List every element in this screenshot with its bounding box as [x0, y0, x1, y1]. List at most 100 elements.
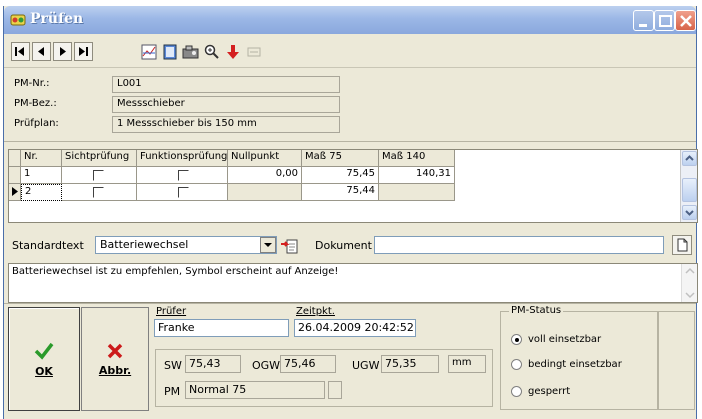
- funktionspruefung-checkbox[interactable]: [178, 170, 189, 181]
- col-header-funktionspruefung[interactable]: Funktionsprüfung: [137, 150, 228, 167]
- minimize-button[interactable]: [633, 10, 654, 31]
- form-button[interactable]: [160, 42, 179, 61]
- pm-nr-label: PM-Nr.:: [14, 78, 50, 89]
- col-header-nr[interactable]: Nr.: [21, 150, 62, 167]
- disabled-icon: [247, 47, 260, 56]
- col-header-sichtpruefung[interactable]: Sichtprüfung: [62, 150, 137, 167]
- standardtext-value: Batteriewechsel: [100, 238, 189, 251]
- chart-button[interactable]: [139, 42, 158, 61]
- cell-mass75[interactable]: 75,44: [302, 184, 379, 201]
- pm-label: PM: [164, 385, 181, 398]
- standardtext-dropdown-button[interactable]: [260, 237, 276, 253]
- col-header-nullpunkt[interactable]: Nullpunkt: [228, 150, 302, 167]
- chevron-down-icon: [685, 210, 694, 216]
- measures-panel: SW 75,43 OGW 75,46 UGW 75,35 mm PM Norma…: [155, 349, 493, 407]
- zeitpkt-label: Zeitpkt.: [296, 306, 335, 317]
- arrow-down-button[interactable]: [223, 42, 242, 61]
- pm-status-group: PM-Status voll einsetzbar bedingt einset…: [500, 305, 658, 410]
- sw-field: 75,43: [185, 355, 241, 373]
- maximize-icon: [659, 15, 672, 27]
- next-record-button[interactable]: [53, 42, 72, 61]
- radio-gesperrt[interactable]: [511, 386, 522, 397]
- maximize-button[interactable]: [654, 10, 675, 31]
- cell-sichtpruefung[interactable]: [62, 167, 137, 184]
- scroll-arrows-icon: [685, 267, 695, 299]
- arrow-down-red-icon: [226, 44, 239, 59]
- first-record-icon: [15, 47, 24, 56]
- ok-button-label: OK: [35, 364, 53, 378]
- cell-nullpunkt[interactable]: 0,00: [228, 167, 302, 184]
- zoom-icon: [204, 44, 219, 59]
- cell-sichtpruefung[interactable]: [62, 184, 137, 201]
- first-record-button[interactable]: [11, 42, 30, 61]
- memo-scrollbar[interactable]: [681, 264, 697, 302]
- chart-icon: [141, 44, 156, 59]
- radio-label-bedingt-einsetzbar[interactable]: bedingt einsetzbar: [528, 359, 622, 370]
- scroll-up-button[interactable]: [682, 151, 697, 166]
- funktionspruefung-checkbox[interactable]: [178, 187, 189, 198]
- ogw-label: OGW: [252, 359, 281, 372]
- minimize-icon: [639, 24, 647, 27]
- cell-nullpunkt[interactable]: [228, 184, 302, 201]
- form-icon: [163, 44, 176, 59]
- next-record-icon: [60, 47, 66, 56]
- zeitpkt-field[interactable]: 26.04.2009 20:42:52: [294, 319, 416, 337]
- previous-record-icon: [38, 47, 44, 56]
- cell-mass140[interactable]: 140,31: [379, 167, 455, 184]
- toolbar: [4, 34, 696, 68]
- standardtext-row: Standardtext Batteriewechsel Dokument: [4, 228, 696, 262]
- dokument-label: Dokument: [315, 239, 372, 252]
- cell-nr[interactable]: 1: [21, 167, 62, 184]
- sichtpruefung-checkbox[interactable]: [93, 187, 104, 198]
- cell-nr[interactable]: 2: [21, 184, 62, 201]
- last-record-button[interactable]: [74, 42, 93, 61]
- scroll-down-button[interactable]: [682, 205, 697, 220]
- radio-label-voll-einsetzbar[interactable]: voll einsetzbar: [528, 334, 601, 345]
- dokument-field[interactable]: [374, 236, 664, 254]
- pruefplan-field: 1 Messschieber bis 150 mm: [112, 116, 340, 133]
- close-button[interactable]: [675, 10, 696, 31]
- zoom-button[interactable]: [202, 42, 221, 61]
- checkmark-icon: [34, 342, 54, 360]
- new-document-icon: [677, 238, 688, 252]
- disabled-button[interactable]: [244, 42, 263, 61]
- radio-voll-einsetzbar[interactable]: [511, 334, 522, 345]
- cell-funktionspruefung[interactable]: [137, 167, 228, 184]
- pruefer-field[interactable]: Franke: [154, 319, 289, 337]
- machine-button[interactable]: [181, 42, 200, 61]
- previous-record-button[interactable]: [32, 42, 51, 61]
- current-row-arrow-icon: [12, 187, 18, 196]
- sw-label: SW: [164, 359, 182, 372]
- insert-text-button[interactable]: [280, 236, 300, 255]
- row-indicator: [9, 167, 21, 184]
- grid-scrollbar[interactable]: [680, 150, 697, 222]
- app-icon: [10, 14, 26, 26]
- ok-button[interactable]: OK: [8, 307, 80, 411]
- title-bar[interactable]: Prüfen: [4, 6, 696, 34]
- memo-textarea[interactable]: Batteriewechsel ist zu empfehlen, Symbol…: [8, 263, 698, 303]
- scroll-thumb[interactable]: [682, 178, 697, 202]
- cell-mass140[interactable]: [379, 184, 455, 201]
- measurement-grid[interactable]: Nr. Sichtprüfung Funktionsprüfung Nullpu…: [8, 149, 698, 223]
- chevron-down-icon: [264, 243, 272, 247]
- col-header-mass140[interactable]: Maß 140: [379, 150, 455, 167]
- abbr-button[interactable]: Abbr.: [81, 307, 149, 411]
- row-indicator-header: [9, 150, 21, 167]
- pm-status-title: PM-Status: [509, 305, 564, 316]
- pm-bez-field: Messschieber: [112, 96, 340, 113]
- memo-text: Batteriewechsel ist zu empfehlen, Symbol…: [12, 266, 339, 277]
- col-header-mass75[interactable]: Maß 75: [302, 150, 379, 167]
- sichtpruefung-checkbox[interactable]: [93, 170, 104, 181]
- cell-mass75[interactable]: 75,45: [302, 167, 379, 184]
- abbr-button-label: Abbr.: [98, 363, 132, 377]
- cell-funktionspruefung[interactable]: [137, 184, 228, 201]
- pm-extra-field: [328, 381, 342, 399]
- radio-bedingt-einsetzbar[interactable]: [511, 359, 522, 370]
- pruefen-window: Prüfen PM-Nr.: L001 PM-Bez.: Messschiebe…: [3, 6, 698, 419]
- standardtext-select[interactable]: Batteriewechsel: [95, 236, 277, 254]
- close-icon: [680, 15, 692, 27]
- new-document-button[interactable]: [672, 235, 692, 255]
- radio-selected-dot: [515, 338, 519, 342]
- insert-document-icon: [281, 239, 298, 254]
- radio-label-gesperrt[interactable]: gesperrt: [528, 386, 570, 397]
